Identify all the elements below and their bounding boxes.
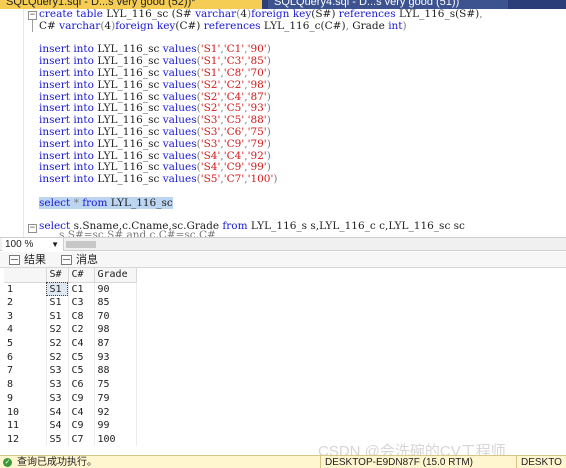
- table-cell[interactable]: C2: [68, 323, 95, 337]
- table-cell[interactable]: S2: [46, 323, 69, 337]
- query-editor[interactable]: − − create table LYL_116_sc (S# varchar(…: [0, 9, 566, 237]
- table-row[interactable]: 9 S3 C9 79: [4, 391, 137, 406]
- table-row[interactable]: 6 S2 C5 93: [4, 350, 137, 365]
- code-line-insert: insert into LYL_116_sc values('S5','C7',…: [39, 173, 278, 186]
- table-row[interactable]: 1 S1 C1 90: [4, 282, 137, 296]
- zoom-select[interactable]: 100 % ▼: [2, 238, 64, 251]
- table-cell[interactable]: C3: [68, 295, 95, 310]
- fold-line: [32, 20, 33, 32]
- column-header[interactable]: S#: [46, 268, 69, 283]
- results-table: S# C# Grade 1 S1 C1 90 2 S1 C3 85 3 S1 C8 70 4 S2 C2 98…: [4, 268, 137, 447]
- table-row[interactable]: 2 S1 C3 85: [4, 295, 137, 310]
- tab-messages-label: 消息: [76, 254, 98, 266]
- table-cell[interactable]: S5: [46, 432, 69, 447]
- editor-status-bar: 100 % ▼: [0, 237, 566, 251]
- table-cell[interactable]: S1: [46, 309, 69, 324]
- row-number-cell[interactable]: 10: [4, 405, 47, 419]
- table-cell[interactable]: 87: [94, 336, 137, 351]
- column-header[interactable]: C#: [68, 268, 95, 283]
- table-cell[interactable]: C5: [68, 364, 95, 378]
- table-cell[interactable]: 99: [94, 418, 137, 433]
- column-header[interactable]: Grade: [94, 268, 137, 283]
- table-cell[interactable]: S3: [46, 364, 69, 378]
- collapse-toggle-icon[interactable]: −: [28, 11, 37, 20]
- table-row[interactable]: 4 S2 C2 98: [4, 323, 137, 337]
- row-number-cell[interactable]: 12: [4, 432, 47, 447]
- table-cell[interactable]: C8: [68, 309, 95, 324]
- row-number-cell[interactable]: 11: [4, 418, 47, 433]
- header-row: S# C# Grade: [4, 268, 137, 283]
- row-number-cell[interactable]: 3: [4, 309, 47, 324]
- table-cell[interactable]: 75: [94, 377, 137, 392]
- tab-label: SQLQuery1.sql - D...s very good (52))*: [6, 0, 196, 8]
- table-row[interactable]: 12 S5 C7 100: [4, 432, 137, 447]
- row-number-cell[interactable]: 2: [4, 295, 47, 310]
- tab-messages[interactable]: 消息: [58, 253, 98, 267]
- status-message: 查询已成功执行。: [17, 457, 97, 468]
- line-number-gutter: [0, 9, 24, 237]
- row-number-cell[interactable]: 1: [4, 282, 47, 296]
- zoom-value: 100 %: [5, 239, 34, 250]
- table-cell[interactable]: S1: [46, 282, 69, 296]
- document-tab-bar: SQLQuery1.sql - D...s very good (52))* S…: [0, 0, 566, 9]
- table-cell[interactable]: C4: [68, 405, 95, 419]
- table-cell[interactable]: 79: [94, 391, 137, 406]
- row-number-cell[interactable]: 7: [4, 364, 47, 378]
- table-cell[interactable]: 90: [94, 282, 137, 296]
- table-cell[interactable]: S4: [46, 405, 69, 419]
- tab-sqlquery4[interactable]: SQLQuery4.sql - D...s very good (51)): [268, 0, 508, 9]
- table-row[interactable]: 8 S3 C6 75: [4, 377, 137, 392]
- table-cell[interactable]: S3: [46, 391, 69, 406]
- table-cell[interactable]: 100: [94, 432, 137, 447]
- grid-icon: [9, 255, 20, 265]
- table-cell[interactable]: 98: [94, 323, 137, 337]
- tab-label: SQLQuery4.sql - D...s very good (51)): [274, 0, 460, 8]
- table-cell[interactable]: C7: [68, 432, 95, 447]
- table-cell[interactable]: 70: [94, 309, 137, 324]
- table-row[interactable]: 5 S2 C4 87: [4, 336, 137, 351]
- check-icon: ✓: [3, 458, 12, 467]
- table-cell[interactable]: C9: [68, 418, 95, 433]
- selected-text: select * from LYL_116_sc: [39, 196, 173, 209]
- chevron-down-icon: ▼: [51, 240, 59, 249]
- row-number-cell[interactable]: 9: [4, 391, 47, 406]
- status-server: DESKTOP-E9DN87F (15.0 RTM): [320, 456, 516, 468]
- code-line-create: C# varchar(4)foreign key(C#) references …: [39, 19, 407, 32]
- table-row[interactable]: 7 S3 C5 88: [4, 364, 137, 378]
- table-cell[interactable]: C1: [68, 282, 95, 296]
- table-cell[interactable]: C6: [68, 377, 95, 392]
- table-cell[interactable]: S2: [46, 336, 69, 351]
- table-cell[interactable]: 92: [94, 405, 137, 419]
- table-cell[interactable]: 93: [94, 350, 137, 365]
- tab-results[interactable]: 结果: [6, 253, 46, 267]
- results-tab-bar: 结果 消息: [0, 252, 566, 268]
- table-row[interactable]: 3 S1 C8 70: [4, 309, 137, 324]
- table-cell[interactable]: C5: [68, 350, 95, 365]
- table-cell[interactable]: 88: [94, 364, 137, 378]
- row-number-cell[interactable]: 4: [4, 323, 47, 337]
- status-bar: ✓ 查询已成功执行。 DESKTOP-E9DN87F (15.0 RTM) DE…: [0, 455, 566, 468]
- results-grid[interactable]: S# C# Grade 1 S1 C1 90 2 S1 C3 85 3 S1 C8 70 4 S2 C2 98…: [0, 268, 566, 453]
- table-cell[interactable]: S4: [46, 418, 69, 433]
- code-line-select-star: select * from LYL_116_sc: [39, 196, 483, 210]
- table-cell[interactable]: 85: [94, 295, 137, 310]
- table-cell[interactable]: S3: [46, 377, 69, 392]
- row-number-cell[interactable]: 5: [4, 336, 47, 351]
- table-cell[interactable]: S1: [46, 295, 69, 310]
- table-row[interactable]: 11 S4 C9 99: [4, 418, 137, 433]
- table-cell[interactable]: C4: [68, 336, 95, 351]
- collapse-toggle-icon[interactable]: −: [28, 224, 37, 233]
- tab-sqlquery1[interactable]: SQLQuery1.sql - D...s very good (52))*: [0, 0, 262, 9]
- table-cell[interactable]: C9: [68, 391, 95, 406]
- horizontal-scrollbar-thumb[interactable]: [66, 241, 96, 248]
- table-cell[interactable]: S2: [46, 350, 69, 365]
- row-number-header[interactable]: [4, 268, 47, 283]
- tab-results-label: 结果: [24, 254, 46, 266]
- message-icon: [61, 255, 72, 265]
- row-number-cell[interactable]: 8: [4, 377, 47, 392]
- code-area[interactable]: create table LYL_116_sc (S# varchar(4)fo…: [39, 9, 483, 237]
- table-row[interactable]: 10 S4 C4 92: [4, 405, 137, 419]
- status-server-truncated: DESKTO: [516, 456, 566, 468]
- row-number-cell[interactable]: 6: [4, 350, 47, 365]
